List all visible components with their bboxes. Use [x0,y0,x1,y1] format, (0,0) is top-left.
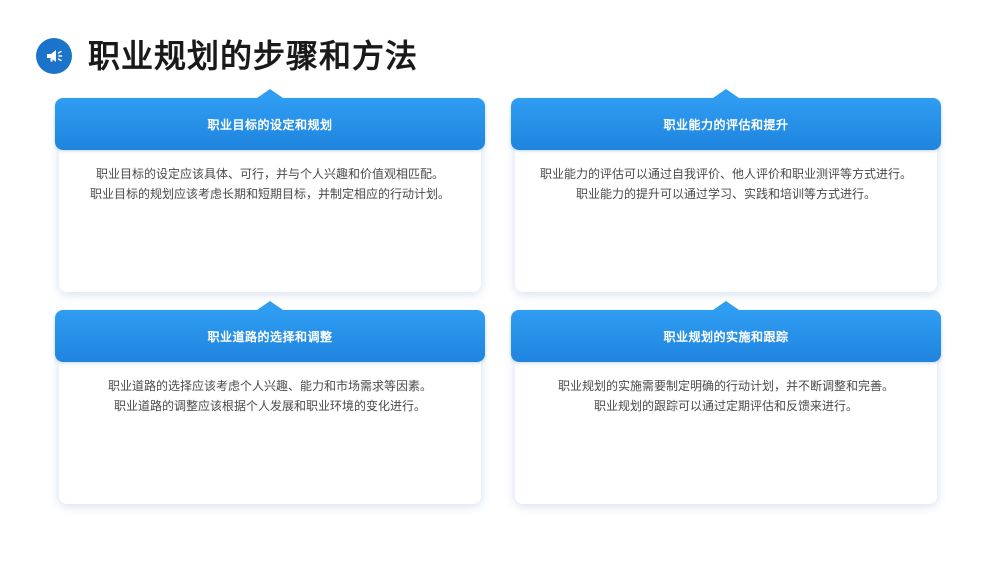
card-text-line: 职业目标的规划应该考虑长期和短期目标，并制定相应的行动计划。 [89,187,450,201]
card-header: 职业道路的选择和调整 [55,301,485,362]
card-content: 职业目标的设定应该具体、可行，并与个人兴趣和价值观相匹配。 职业目标的规划应该考… [59,164,481,204]
card-title: 职业目标的设定和规划 [207,117,333,132]
card-text-line: 职业规划的跟踪可以通过定期评估和反馈来进行。 [593,399,858,413]
card-career-plan-execution: 职业规划的实施和跟踪 职业规划的实施需要制定明确的行动计划，并不断调整和完善。 … [511,301,941,504]
card-text-line: 职业道路的调整应该根据个人发展和职业环境的变化进行。 [113,399,426,413]
card-title: 职业规划的实施和跟踪 [663,329,789,344]
page-title: 职业规划的步骤和方法 [88,37,419,75]
title-bar: 职业规划的步骤和方法 [36,36,418,76]
card-text-line: 职业道路的选择应该考虑个人兴趣、能力和市场需求等因素。 [107,379,432,393]
card-header: 职业能力的评估和提升 [511,89,941,150]
card-text-line: 职业规划的实施需要制定明确的行动计划，并不断调整和完善。 [557,379,894,393]
card-title: 职业道路的选择和调整 [207,329,333,344]
card-career-path: 职业道路的选择和调整 职业道路的选择应该考虑个人兴趣、能力和市场需求等因素。 职… [55,301,485,504]
card-content: 职业规划的实施需要制定明确的行动计划，并不断调整和完善。 职业规划的跟踪可以通过… [515,376,937,416]
card-text-line: 职业能力的评估可以通过自我评价、他人评价和职业测评等方式进行。 [539,167,912,181]
card-title: 职业能力的评估和提升 [663,117,789,132]
card-text-line: 职业目标的设定应该具体、可行，并与个人兴趣和价值观相匹配。 [95,167,444,181]
card-career-ability: 职业能力的评估和提升 职业能力的评估可以通过自我评价、他人评价和职业测评等方式进… [511,89,941,292]
card-content: 职业能力的评估可以通过自我评价、他人评价和职业测评等方式进行。 职业能力的提升可… [515,164,937,204]
megaphone-icon [36,38,72,74]
card-header: 职业规划的实施和跟踪 [511,301,941,362]
card-text-line: 职业能力的提升可以通过学习、实践和培训等方式进行。 [575,187,876,201]
card-career-goal: 职业目标的设定和规划 职业目标的设定应该具体、可行，并与个人兴趣和价值观相匹配。… [55,89,485,292]
card-header: 职业目标的设定和规划 [55,89,485,150]
card-content: 职业道路的选择应该考虑个人兴趣、能力和市场需求等因素。 职业道路的调整应该根据个… [59,376,481,416]
